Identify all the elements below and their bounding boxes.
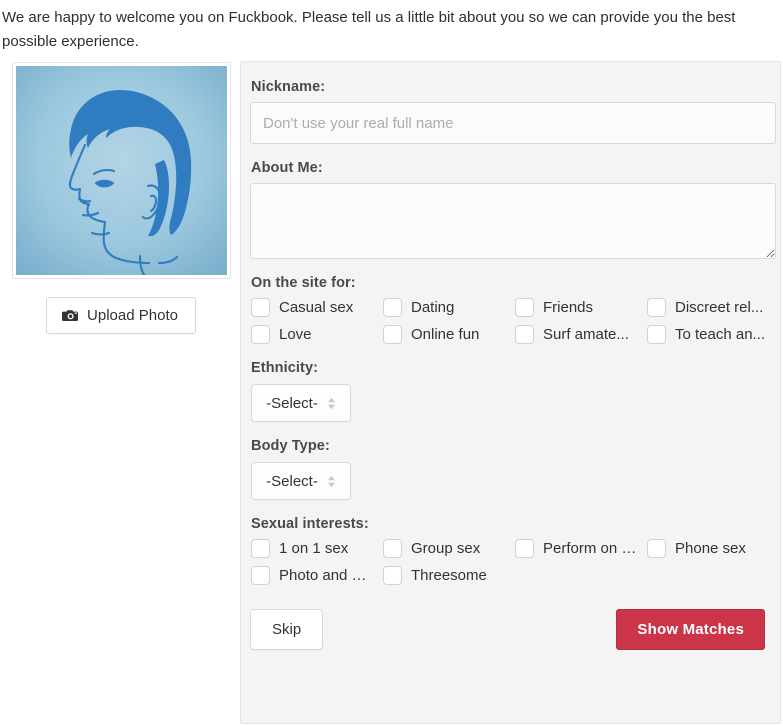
checkbox-sexual-interest-0[interactable]: 1 on 1 sex xyxy=(251,539,383,558)
checkbox-box-icon[interactable] xyxy=(251,325,270,344)
checkbox-site-for-0[interactable]: Casual sex xyxy=(251,298,383,317)
checkbox-box-icon[interactable] xyxy=(251,539,270,558)
checkbox-sexual-interest-2[interactable]: Perform on … xyxy=(515,539,647,558)
body-type-selected-value: -Select- xyxy=(266,472,318,490)
checkbox-site-for-1[interactable]: Dating xyxy=(383,298,515,317)
checkbox-label: Love xyxy=(279,326,312,343)
checkbox-box-icon[interactable] xyxy=(647,298,666,317)
checkbox-box-icon[interactable] xyxy=(251,298,270,317)
checkbox-sexual-interest-4[interactable]: Photo and … xyxy=(251,566,383,585)
checkbox-box-icon[interactable] xyxy=(383,566,402,585)
form-actions: Skip Show Matches xyxy=(250,609,766,650)
skip-button[interactable]: Skip xyxy=(250,609,324,650)
checkbox-label: Dating xyxy=(411,299,455,316)
camera-icon xyxy=(62,309,79,322)
avatar-frame xyxy=(11,62,231,279)
checkbox-box-icon[interactable] xyxy=(383,325,402,344)
checkbox-box-icon[interactable] xyxy=(515,325,534,344)
checkbox-box-icon[interactable] xyxy=(515,539,534,558)
sexual-interests-checkbox-grid: 1 on 1 sex Group sex Perform on … Phone … xyxy=(251,539,766,585)
checkbox-label: Photo and … xyxy=(279,567,367,584)
checkbox-label: Online fun xyxy=(411,326,480,343)
about-me-label: About Me: xyxy=(251,160,323,176)
checkbox-label: Phone sex xyxy=(675,540,746,557)
checkbox-box-icon[interactable] xyxy=(647,539,666,558)
site-for-label: On the site for: xyxy=(251,275,356,291)
chevron-updown-icon xyxy=(327,475,336,488)
nickname-input[interactable] xyxy=(250,102,776,144)
checkbox-site-for-4[interactable]: Love xyxy=(251,325,383,344)
body-type-select[interactable]: -Select- xyxy=(251,462,351,500)
upload-photo-button[interactable]: Upload Photo xyxy=(46,297,196,334)
checkbox-sexual-interest-5[interactable]: Threesome xyxy=(383,566,515,585)
checkbox-sexual-interest-1[interactable]: Group sex xyxy=(383,539,515,558)
photo-column: Upload Photo xyxy=(2,61,240,334)
checkbox-box-icon[interactable] xyxy=(383,298,402,317)
checkbox-site-for-7[interactable]: To teach an... xyxy=(647,325,779,344)
chevron-updown-icon xyxy=(327,397,336,410)
checkbox-label: 1 on 1 sex xyxy=(279,540,349,557)
checkbox-box-icon[interactable] xyxy=(515,298,534,317)
body-type-label: Body Type: xyxy=(251,438,330,454)
checkbox-label: To teach an... xyxy=(675,326,766,343)
checkbox-label: Perform on … xyxy=(543,540,637,557)
checkbox-label: Casual sex xyxy=(279,299,354,316)
profile-setup-layout: Upload Photo Nickname: About Me: On the … xyxy=(0,61,783,724)
ethnicity-selected-value: -Select- xyxy=(266,394,318,412)
avatar xyxy=(15,66,227,275)
checkbox-site-for-2[interactable]: Friends xyxy=(515,298,647,317)
ethnicity-select[interactable]: -Select- xyxy=(251,384,351,422)
checkbox-sexual-interest-3[interactable]: Phone sex xyxy=(647,539,779,558)
checkbox-label: Discreet rel... xyxy=(675,299,764,316)
checkbox-site-for-3[interactable]: Discreet rel... xyxy=(647,298,779,317)
checkbox-label: Surf amate... xyxy=(543,326,629,343)
checkbox-label: Group sex xyxy=(411,540,481,557)
sexual-interests-label: Sexual interests: xyxy=(251,516,369,532)
checkbox-label: Friends xyxy=(543,299,594,316)
nickname-label: Nickname: xyxy=(251,79,326,95)
checkbox-site-for-6[interactable]: Surf amate... xyxy=(515,325,647,344)
checkbox-box-icon[interactable] xyxy=(647,325,666,344)
profile-form-panel: Nickname: About Me: On the site for: Cas… xyxy=(240,61,781,724)
about-me-textarea[interactable] xyxy=(250,183,776,259)
welcome-intro-text: We are happy to welcome you on Fuckbook.… xyxy=(2,9,736,50)
checkbox-site-for-5[interactable]: Online fun xyxy=(383,325,515,344)
upload-photo-label: Upload Photo xyxy=(87,307,178,324)
ethnicity-label: Ethnicity: xyxy=(251,360,319,376)
site-for-checkbox-grid: Casual sex Dating Friends Discreet rel..… xyxy=(251,298,766,344)
show-matches-button[interactable]: Show Matches xyxy=(616,609,765,650)
checkbox-box-icon[interactable] xyxy=(251,566,270,585)
checkbox-box-icon[interactable] xyxy=(383,539,402,558)
checkbox-label: Threesome xyxy=(411,567,487,584)
